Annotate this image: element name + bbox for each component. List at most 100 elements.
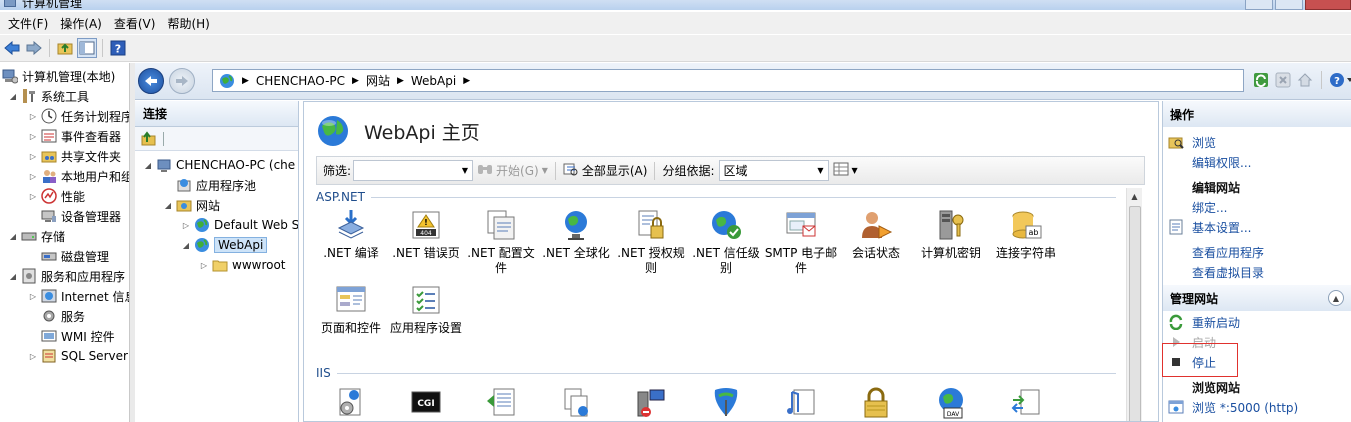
feature-item[interactable]: 应用程序设置 — [389, 283, 463, 336]
connections-tree-item[interactable]: 应用程序池 — [163, 175, 256, 195]
show-hide-tree-icon[interactable] — [77, 38, 97, 58]
tree-item[interactable]: 服务 — [28, 306, 85, 326]
feature-item[interactable] — [764, 386, 838, 421]
feature-item[interactable]: .NET 授权规则 — [614, 208, 688, 276]
feature-item[interactable]: CGI — [389, 386, 463, 421]
feature-item[interactable]: 计算机密钥 — [914, 208, 988, 261]
feature-item[interactable]: .NET 编译 — [314, 208, 388, 261]
tree-expander-icon[interactable]: ▷ — [28, 172, 38, 181]
scrollbar-thumb[interactable] — [1129, 206, 1141, 421]
feature-item[interactable]: .NET 全球化 — [539, 208, 613, 261]
event-viewer-icon — [41, 128, 57, 144]
feature-item[interactable]: 页面和控件 — [314, 283, 388, 336]
feature-label: .NET 编译 — [323, 246, 379, 260]
tree-item[interactable]: ▷ 本地用户和组 — [28, 166, 129, 186]
browse-action[interactable]: 浏览 — [1163, 132, 1216, 152]
tree-expander-icon[interactable]: ◢ — [143, 161, 153, 170]
tree-item[interactable]: ◢ 存储 — [8, 226, 65, 246]
close-button[interactable] — [1305, 0, 1351, 10]
connect-icon[interactable] — [141, 130, 157, 147]
tree-expander-icon[interactable]: ▷ — [28, 132, 38, 141]
menu-file[interactable]: 文件(F) — [4, 15, 52, 32]
feature-item[interactable]: ! 404 .NET 错误页 — [389, 208, 463, 261]
stop-loading-icon[interactable] — [1274, 71, 1292, 89]
feature-item[interactable]: DAV — [914, 386, 988, 421]
tree-item[interactable]: 磁盘管理 — [28, 246, 109, 266]
connections-tree-item[interactable]: ▷ wwwroot — [199, 255, 286, 275]
tree-expander-icon[interactable]: ▷ — [28, 192, 38, 201]
help-icon[interactable]: ? — [108, 38, 128, 58]
feature-item[interactable] — [989, 386, 1063, 421]
bindings-action[interactable]: 绑定... — [1163, 197, 1227, 217]
tree-item[interactable]: ▷ Internet 信息服务 — [28, 286, 129, 306]
breadcrumb-server[interactable]: CHENCHAO-PC — [256, 74, 345, 88]
menu-view[interactable]: 查看(V) — [110, 15, 160, 32]
tree-expander-icon[interactable]: ▷ — [181, 221, 191, 230]
tree-item[interactable]: ▷ 事件查看器 — [28, 126, 121, 146]
edit-permissions-action[interactable]: 编辑权限... — [1163, 152, 1251, 172]
view-mode-button[interactable]: ▼ — [833, 162, 858, 179]
tree-item[interactable]: 计算机管理(本地) — [2, 66, 115, 86]
tree-expander-icon[interactable]: ▷ — [28, 292, 38, 301]
tree-expander-icon[interactable]: ◢ — [181, 241, 191, 250]
help-dropdown-icon[interactable]: ? — [1329, 71, 1351, 89]
show-all-button[interactable]: 全部显示(A) — [563, 162, 647, 179]
filter-input[interactable]: ▼ — [353, 160, 474, 181]
menu-action[interactable]: 操作(A) — [56, 15, 106, 32]
feature-item[interactable] — [614, 386, 688, 421]
menu-help[interactable]: 帮助(H) — [163, 15, 213, 32]
connections-tree-item[interactable]: ◢ CHENCHAO-PC (che — [143, 155, 295, 175]
restart-action[interactable]: 重新启动 — [1163, 312, 1240, 332]
tree-expander-icon[interactable]: ▷ — [28, 352, 38, 361]
connections-tree-item[interactable]: ◢ 网站 — [163, 195, 220, 215]
feature-item[interactable]: 会话状态 — [839, 208, 913, 261]
features-scrollbar[interactable]: ▲ — [1126, 188, 1142, 421]
feature-item[interactable] — [839, 386, 913, 421]
collapse-chevron-icon[interactable]: ▲ — [1328, 290, 1344, 306]
feature-item[interactable] — [314, 386, 388, 421]
tree-expander-icon[interactable]: ◢ — [8, 92, 18, 101]
feature-item[interactable]: .NET 配置文件 — [464, 208, 538, 276]
tree-expander-icon[interactable]: ▷ — [28, 152, 38, 161]
scroll-up-icon[interactable]: ▲ — [1127, 188, 1142, 204]
feature-item[interactable] — [689, 386, 763, 421]
connections-tree-item[interactable]: ▷ Default Web S — [181, 215, 298, 235]
tree-item[interactable]: ▷ 共享文件夹 — [28, 146, 121, 166]
feature-item[interactable]: ab 连接字符串 — [989, 208, 1063, 261]
view-applications-action[interactable]: 查看应用程序 — [1163, 242, 1264, 262]
tree-expander-icon[interactable]: ◢ — [163, 201, 173, 210]
minimize-button[interactable] — [1245, 0, 1273, 10]
group-by-select[interactable]: 区域 ▼ — [718, 160, 829, 181]
feature-item[interactable]: SMTP 电子邮件 — [764, 208, 838, 276]
basic-settings-action[interactable]: 基本设置... — [1163, 217, 1251, 237]
feature-item[interactable] — [464, 386, 538, 421]
tree-item[interactable]: ◢ 系统工具 — [8, 86, 89, 106]
breadcrumb-webapi[interactable]: WebApi — [411, 74, 456, 88]
tree-item[interactable]: ▷ 性能 — [28, 186, 85, 206]
breadcrumb-sites[interactable]: 网站 — [366, 72, 390, 89]
address-field[interactable]: ▶ CHENCHAO-PC ▶ 网站 ▶ WebApi ▶ — [212, 69, 1244, 92]
up-folder-icon[interactable] — [55, 38, 75, 58]
feature-item[interactable]: .NET 信任级别 — [689, 208, 763, 276]
tree-expander-icon[interactable]: ▷ — [199, 261, 209, 270]
tree-item[interactable]: ▷ SQL Server — [28, 346, 128, 366]
forward-arrow-icon[interactable] — [24, 38, 44, 58]
browse-port-action[interactable]: 浏览 *:5000 (http) — [1163, 397, 1298, 417]
tree-item[interactable]: 设备管理器 — [28, 206, 121, 226]
home-icon[interactable] — [1296, 71, 1314, 89]
tree-expander-icon[interactable]: ◢ — [8, 272, 18, 281]
feature-item[interactable] — [539, 386, 613, 421]
maximize-button[interactable] — [1275, 0, 1303, 10]
forward-button[interactable] — [169, 68, 195, 94]
tree-item[interactable]: ◢ 服务和应用程序 — [8, 266, 125, 286]
connections-tree-item[interactable]: ◢ WebApi — [181, 235, 268, 255]
refresh-icon[interactable] — [1252, 71, 1270, 89]
tree-expander-icon[interactable]: ▷ — [28, 112, 38, 121]
tree-item[interactable]: WMI 控件 — [28, 326, 115, 346]
go-button[interactable]: 开始(G) ▼ — [477, 162, 548, 179]
tree-item[interactable]: ▷ 任务计划程序 — [28, 106, 129, 126]
back-arrow-icon[interactable] — [2, 38, 22, 58]
back-button[interactable] — [138, 68, 164, 94]
tree-expander-icon[interactable]: ◢ — [8, 232, 18, 241]
view-virtual-directories-action[interactable]: 查看虚拟目录 — [1163, 262, 1264, 282]
